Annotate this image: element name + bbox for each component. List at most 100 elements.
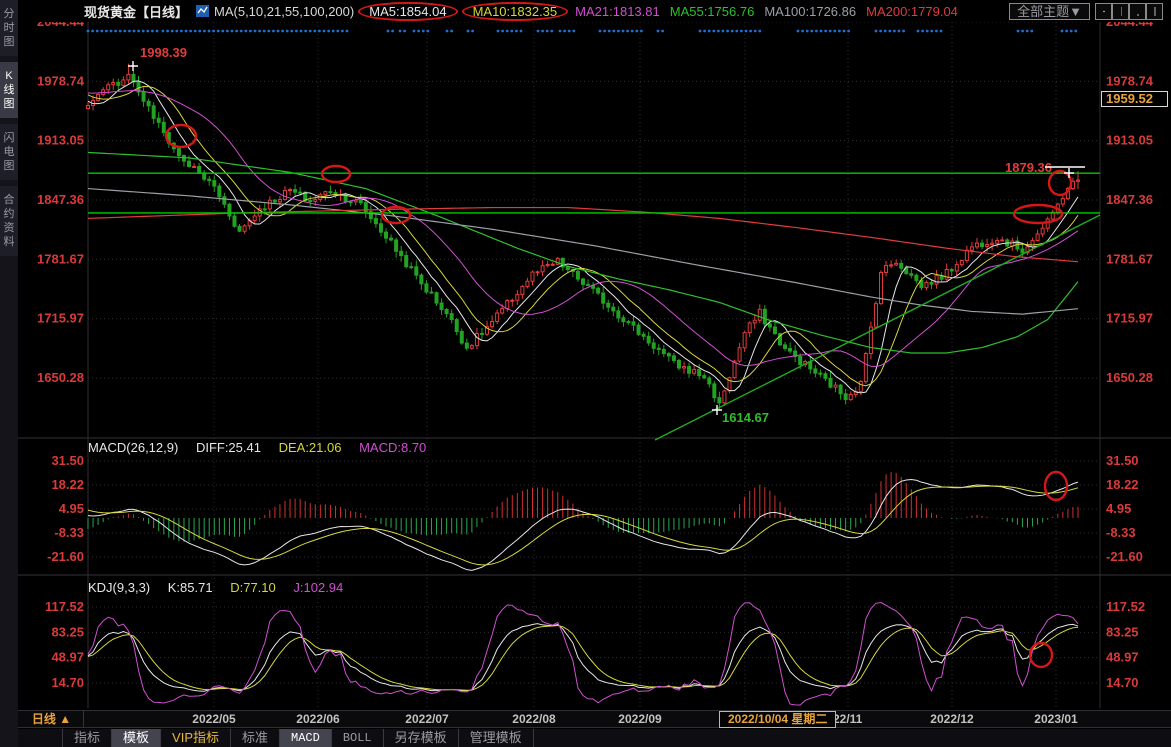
pop-out-icon[interactable] [1146, 3, 1163, 20]
toolbar-tab-6[interactable]: 另存模板 [383, 729, 458, 747]
candle [683, 367, 686, 368]
candle [491, 322, 494, 327]
period-selector[interactable]: 日线 ▲ [20, 711, 84, 728]
kdj-pane-header: KDJ(9,3,3) K:85.71 D:77.10 J:102.94 [88, 580, 357, 595]
candle [627, 322, 630, 323]
candle [385, 232, 388, 238]
candle [768, 324, 771, 327]
candle [581, 279, 584, 284]
y-axis-scale-icon[interactable] [1112, 3, 1129, 20]
candle [268, 200, 271, 209]
candle [97, 94, 100, 100]
svg-text:18.22: 18.22 [1106, 477, 1139, 492]
candle [945, 270, 948, 280]
symbol-title: 现货黄金【日线】 [84, 2, 188, 21]
macd-layer [88, 472, 1078, 570]
candle [182, 155, 185, 161]
svg-text:-21.60: -21.60 [47, 549, 84, 564]
macd-pane-header: MACD(26,12,9) DIFF:25.41 DEA:21.06 MACD:… [88, 440, 440, 455]
red-circle-annotation [322, 166, 350, 182]
sidebar-tab-3[interactable]: 合约资料 [0, 186, 18, 256]
toolbar-tab-4[interactable]: MACD [279, 729, 331, 747]
candle [465, 343, 468, 348]
candle [379, 224, 382, 232]
candle [107, 85, 110, 90]
candle [890, 265, 893, 266]
candle [541, 266, 544, 272]
svg-text:14.70: 14.70 [1106, 675, 1139, 690]
x-axis-date-1: 2022/06 [296, 711, 339, 728]
ma-value-4: MA100:1726.86 [764, 4, 856, 19]
candle [460, 331, 463, 343]
candle [400, 251, 403, 255]
toolbar-tab-5[interactable]: BOLL [331, 729, 383, 747]
candle [157, 118, 160, 122]
candle [142, 92, 145, 101]
chart-canvas[interactable]: 2044.442044.441978.741978.741913.051913.… [0, 0, 1171, 747]
svg-text:1978.74: 1978.74 [37, 73, 85, 88]
candle [450, 314, 453, 320]
sidebar-tab-1[interactable]: K线图 [0, 62, 18, 118]
trading-app-window: 2044.442044.441978.741978.741913.051913.… [0, 0, 1171, 747]
x-axis-date-3: 2022/08 [512, 711, 555, 728]
candle [677, 360, 680, 368]
candle [981, 243, 984, 246]
toolbar-tab-1[interactable]: 模板 [111, 729, 160, 747]
signal-dot-row [87, 30, 1078, 33]
candle [824, 374, 827, 379]
candle [839, 385, 842, 394]
theme-dropdown-button[interactable]: 全部主题▼ [1009, 3, 1090, 20]
crosshair-icon[interactable] [1095, 3, 1112, 20]
toolbar-tab-7[interactable]: 管理模板 [458, 729, 534, 747]
candle [632, 322, 635, 325]
x-axis-scale-icon[interactable] [1129, 3, 1146, 20]
candle [162, 122, 165, 132]
sidebar-tab-2[interactable]: 闪电图 [0, 124, 18, 180]
candle [738, 348, 741, 361]
candle [480, 333, 483, 334]
candle [910, 274, 913, 275]
candle [1031, 241, 1034, 247]
candle [177, 149, 180, 156]
candle [470, 346, 473, 349]
candle [986, 245, 989, 247]
candle [1001, 240, 1004, 241]
macd-diff-value: DIFF:25.41 [196, 440, 261, 455]
candle [405, 256, 408, 267]
candle [506, 300, 509, 308]
candle [243, 226, 246, 231]
grid-layer [18, 22, 1171, 708]
candle [521, 286, 524, 294]
candle [501, 308, 504, 313]
candle [420, 275, 423, 284]
candle [213, 181, 216, 186]
ma-values-group: MA5:1854.04MA10:1832.35MA21:1813.81MA55:… [356, 4, 963, 19]
candle [152, 106, 155, 118]
candle [147, 101, 150, 106]
x-axis-row: 日线 ▲ 2022/052022/062022/072022/082022/09… [18, 710, 1171, 728]
svg-text:1847.36: 1847.36 [1106, 192, 1153, 207]
candle [763, 309, 766, 324]
candle [758, 309, 761, 320]
right-axis-price-highlight: 1959.52 [1101, 91, 1168, 107]
toolbar-tab-0[interactable]: 指标 [62, 729, 111, 747]
kdj-layer [88, 603, 1078, 705]
candle [390, 238, 393, 240]
toolbar-tab-2[interactable]: VIP指标 [160, 729, 230, 747]
red-circle-annotation [1014, 205, 1062, 223]
candle [667, 354, 670, 356]
macd-dea-value: DEA:21.06 [279, 440, 342, 455]
toolbar-tab-3[interactable]: 标准 [230, 729, 279, 747]
candle [294, 190, 297, 193]
macd-params: MACD(26,12,9) [88, 440, 178, 455]
candle [435, 293, 438, 303]
svg-text:1847.36: 1847.36 [37, 192, 84, 207]
candle [208, 179, 211, 180]
candle [359, 200, 362, 202]
sidebar-tab-0[interactable]: 分时图 [0, 0, 18, 56]
candle [445, 310, 448, 314]
candle [748, 323, 751, 333]
macd-macd-value: MACD:8.70 [359, 440, 426, 455]
candle [127, 74, 130, 79]
candle [622, 318, 625, 322]
